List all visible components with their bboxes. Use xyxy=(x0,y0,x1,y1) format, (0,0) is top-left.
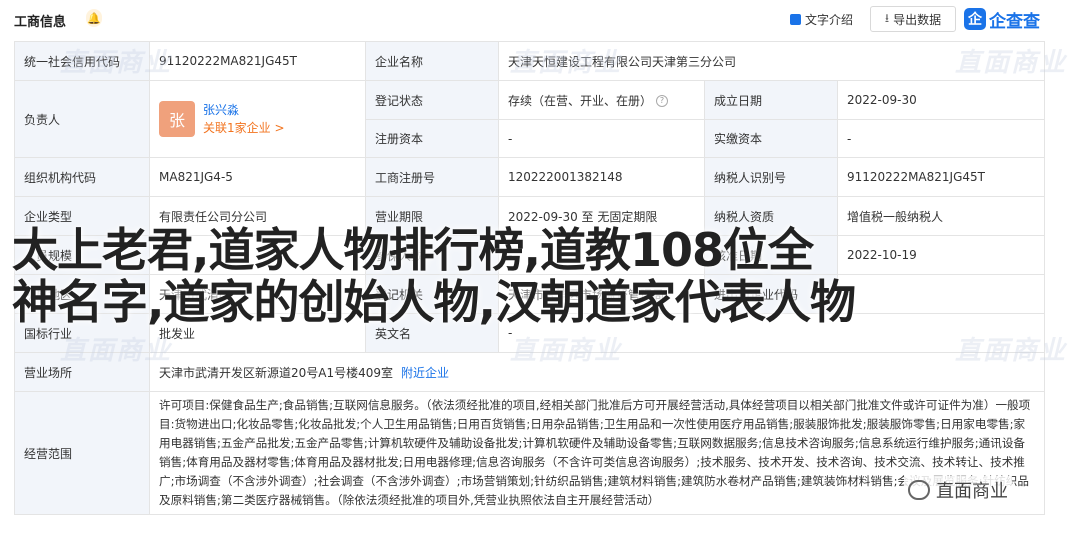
credit-code-label: 统一社会信用代码 xyxy=(14,41,150,81)
avatar: 张 xyxy=(159,101,195,137)
export-button[interactable]: ⭳ 导出数据 xyxy=(870,6,956,32)
intro-button[interactable]: 文字介绍 xyxy=(790,11,853,28)
wechat-icon xyxy=(908,480,930,500)
credit-code-value: 91120222MA821JG45T xyxy=(149,41,366,81)
reg-capital-value: - xyxy=(498,119,705,158)
biz-reg-no-label: 工商注册号 xyxy=(365,157,499,197)
help-icon[interactable]: ? xyxy=(656,95,669,107)
source-badge: 直面商业 xyxy=(904,476,1012,504)
biz-reg-no-value: 120222001382148 xyxy=(498,157,705,197)
address-cell: 天津市武清开发区新源道20号A1号楼409室 附近企业 xyxy=(148,352,1046,392)
bell-icon[interactable]: 🔔 xyxy=(86,9,102,27)
taxpayer-id-label: 纳税人识别号 xyxy=(704,157,838,197)
reg-status-label: 登记状态 xyxy=(365,80,499,120)
scope-label: 经营范围 xyxy=(14,391,150,515)
found-date-value: 2022-09-30 xyxy=(836,80,1046,120)
badge-text: 直面商业 xyxy=(936,481,1008,502)
related-companies-link[interactable]: 关联1家企业 > xyxy=(203,119,285,137)
reg-status-cell: 存续（在营、开业、在册）? xyxy=(498,80,705,120)
company-name-label: 企业名称 xyxy=(365,41,499,81)
intro-label: 文字介绍 xyxy=(805,13,854,27)
qichacha-logo: 企 企查查 xyxy=(964,6,1040,32)
nearby-companies-link[interactable]: 附近企业 xyxy=(401,366,449,380)
paid-capital-label: 实缴资本 xyxy=(704,119,838,158)
org-code-label: 组织机构代码 xyxy=(14,157,150,197)
org-code-value: MA821JG4-5 xyxy=(149,157,366,197)
address-label: 营业场所 xyxy=(14,352,150,392)
legal-rep-label: 负责人 xyxy=(14,80,150,158)
logo-text: 企查查 xyxy=(989,11,1040,32)
reg-status-value: 存续（在营、开业、在册） xyxy=(508,93,653,108)
section-title: 工商信息 xyxy=(14,15,67,30)
company-name-value: 天津天恒建设工程有限公司天津第三分公司 xyxy=(497,41,1046,81)
address-value: 天津市武清开发区新源道20号A1号楼409室 xyxy=(159,365,394,380)
overlay-title-line-2: 神名字,道家的创始人物,汉朝道家代表人物 xyxy=(12,275,856,329)
top-bar: 工商信息 🔔 文字介绍 ⭳ 导出数据 企 企查查 xyxy=(0,0,1080,38)
paid-capital-value: - xyxy=(836,119,1046,158)
legal-rep-name-link[interactable]: 张兴淼 xyxy=(203,101,285,119)
taxpayer-id-value: 91120222MA821JG45T xyxy=(836,157,1046,197)
export-label: 导出数据 xyxy=(893,12,942,27)
found-date-label: 成立日期 xyxy=(704,80,838,120)
export-icon: ⭳ xyxy=(884,10,890,25)
legal-rep-cell: 张 张兴淼 关联1家企业 > xyxy=(149,80,366,158)
reg-capital-label: 注册资本 xyxy=(365,119,499,158)
logo-mark-icon: 企 xyxy=(964,8,986,30)
overlay-title-line-1: 太上老君,道家人物排行榜,道教108位全 xyxy=(12,223,814,277)
document-icon xyxy=(790,14,801,25)
